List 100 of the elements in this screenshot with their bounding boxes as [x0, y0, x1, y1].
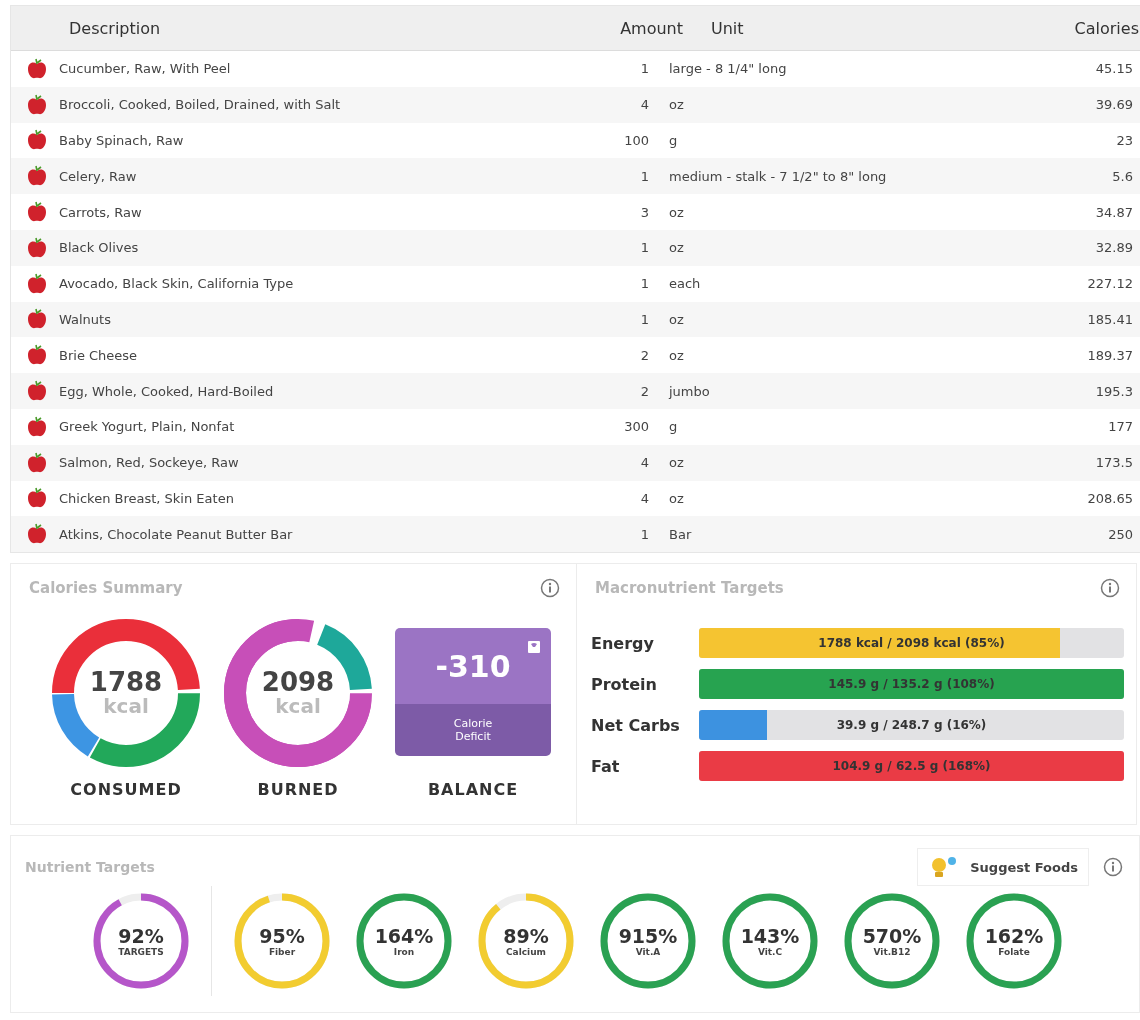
bar-reading: 1788 kcal / 2098 kcal (85%): [818, 636, 1005, 651]
amount-cell-text: 4: [639, 490, 649, 506]
food-name: Chicken Breast, Skin Eaten: [59, 490, 235, 506]
unit-cell-text: oz: [668, 311, 685, 327]
percent-value: 164%: [374, 925, 434, 948]
food-name: Avocado, Black Skin, California Type: [59, 276, 295, 292]
apple-icon: [27, 129, 47, 152]
food-name: Broccoli, Cooked, Boiled, Drained, with Salt: [59, 97, 342, 113]
unit-label: kcal: [103, 695, 149, 718]
unit-cell-text: Bar: [668, 526, 693, 542]
percent-value: 95%: [259, 925, 305, 948]
percent-value: 92%: [118, 925, 164, 948]
nutrient-label: Iron: [393, 947, 415, 958]
apple-icon: [27, 380, 47, 403]
balance-caption: Calorie Deficit: [452, 717, 494, 744]
nutrient-label: Calcium: [506, 947, 546, 958]
info-icon[interactable]: [1103, 857, 1123, 878]
calories-cell-text: 34.87: [1094, 204, 1133, 220]
amount-cell-text: 1: [639, 61, 649, 77]
panel-title: Calories Summary: [29, 579, 183, 598]
calories-cell-text: 32.89: [1094, 240, 1133, 256]
calories-cell-text: 189.37: [1086, 347, 1133, 363]
calories-cell-text: 177: [1107, 419, 1133, 435]
food-name: Cucumber, Raw, With Peel: [59, 61, 232, 77]
amount-cell-text: 4: [639, 455, 649, 471]
unit-cell-text: oz: [668, 347, 685, 363]
amount-cell-text: 300: [623, 419, 649, 435]
panel-title: Macronutrient Targets: [595, 579, 784, 598]
macro-label: Protein: [591, 674, 658, 694]
column-header: Description: [68, 18, 162, 38]
percent-value: 89%: [503, 925, 549, 948]
unit-cell-text: medium - stalk - 7 1/2" to 8" long: [668, 168, 888, 184]
calories-cell-text: 250: [1107, 526, 1133, 542]
stat-label: BALANCE: [427, 780, 519, 800]
amount-cell-text: 3: [639, 204, 649, 220]
bar-reading: 104.9 g / 62.5 g (168%): [832, 759, 991, 774]
unit-cell-text: jumbo: [667, 383, 711, 399]
unit-cell-text: oz: [668, 455, 685, 471]
info-icon[interactable]: [1100, 578, 1120, 599]
apple-icon: [27, 344, 47, 367]
amount-cell-text: 4: [639, 97, 649, 113]
apple-icon: [27, 451, 47, 474]
macro-label: Fat: [591, 756, 621, 776]
percent-value: 162%: [984, 925, 1044, 948]
column-header: Unit: [710, 18, 745, 38]
calories-cell-text: 23: [1115, 133, 1133, 148]
apple-icon: [27, 415, 47, 438]
stat-label: BURNED: [257, 780, 339, 800]
amount-cell-text: 100: [623, 133, 649, 148]
amount-cell-text: 2: [639, 347, 649, 363]
unit-cell-text: large - 8 1/4" long: [668, 61, 788, 77]
scale-icon: [527, 640, 541, 655]
apple-icon: [27, 57, 47, 80]
bar-reading: 39.9 g / 248.7 g (16%): [836, 718, 987, 733]
food-name: Walnuts: [59, 311, 112, 327]
food-name: Atkins, Chocolate Peanut Butter Bar: [59, 526, 294, 542]
apple-icon: [27, 165, 47, 188]
food-name: Celery, Raw: [59, 168, 138, 184]
calories-cell-text: 5.6: [1111, 168, 1133, 184]
calories-cell-text: 195.3: [1094, 383, 1133, 399]
consumed-value: 1788: [89, 669, 163, 696]
amount-cell-text: 1: [639, 311, 649, 327]
amount-cell-text: 1: [639, 240, 649, 256]
food-name: Salmon, Red, Sockeye, Raw: [59, 455, 240, 471]
percent-value: 915%: [618, 925, 678, 948]
unit-cell-text: oz: [668, 204, 685, 220]
panel-title: Nutrient Targets: [25, 859, 155, 876]
macro-label: Energy: [591, 633, 655, 653]
nutrient-label: Vit.B12: [873, 947, 911, 958]
apple-icon: [27, 93, 47, 116]
calories-cell-text: 227.12: [1086, 276, 1133, 292]
percent-value: 570%: [862, 925, 922, 948]
bar-reading: 145.9 g / 135.2 g (108%): [828, 677, 995, 692]
balance-value: -310: [435, 648, 511, 684]
food-name: Black Olives: [59, 240, 140, 256]
apple-icon: [27, 523, 47, 546]
amount-cell-text: 1: [639, 168, 649, 184]
food-name: Brie Cheese: [59, 347, 139, 363]
food-name: Baby Spinach, Raw: [59, 133, 185, 148]
percent-value: 143%: [740, 925, 800, 948]
suggest-foods-button[interactable]: Suggest Foods: [917, 848, 1089, 887]
info-icon[interactable]: [540, 578, 560, 599]
food-name: Carrots, Raw: [59, 204, 143, 220]
nutrient-label: Vit.A: [635, 947, 661, 958]
calories-cell-text: 185.41: [1086, 311, 1133, 327]
nutrient-label: Vit.C: [757, 947, 783, 958]
nutrient-label: TARGETS: [118, 947, 164, 958]
nutrient-label: Folate: [998, 947, 1030, 958]
apple-icon: [27, 487, 47, 510]
food-name: Egg, Whole, Cooked, Hard-Boiled: [59, 383, 275, 399]
unit-cell-text: oz: [668, 490, 685, 506]
column-header: Amount: [619, 18, 683, 38]
column-header: Calories: [1073, 18, 1140, 38]
calories-cell-text: 39.69: [1094, 97, 1133, 113]
unit-cell-text: g: [668, 133, 679, 148]
unit-cell-text: oz: [668, 97, 685, 113]
food-name: Greek Yogurt, Plain, Nonfat: [59, 419, 236, 435]
unit-cell-text: oz: [668, 240, 685, 256]
apple-icon: [27, 308, 47, 331]
stat-label: CONSUMED: [70, 780, 182, 800]
